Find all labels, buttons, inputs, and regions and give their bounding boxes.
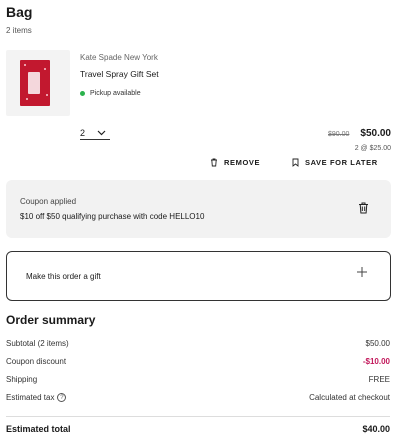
order-summary-title: Order summary [6, 313, 96, 327]
coupon-discount-label: Coupon discount [6, 357, 67, 366]
tax-value: Calculated at checkout [309, 393, 390, 402]
summary-row-subtotal: Subtotal (2 items) $50.00 [6, 339, 390, 348]
coupon-card [6, 180, 391, 238]
status-dot-icon [80, 91, 85, 96]
product-image[interactable] [6, 50, 70, 116]
summary-row-coupon: Coupon discount -$10.00 [6, 357, 390, 366]
info-icon[interactable]: ? [57, 393, 67, 402]
shipping-value: FREE [368, 375, 390, 384]
shipping-label: Shipping [6, 375, 38, 384]
bag-title: Bag [6, 4, 33, 20]
trash-icon [210, 158, 218, 167]
tax-label: Estimated tax [6, 393, 55, 402]
product-brand: Kate Spade New York [80, 53, 158, 62]
item-price: $50.00 [360, 128, 391, 139]
quantity-value: 2 [80, 128, 86, 138]
subtotal-label: Subtotal (2 items) [6, 339, 69, 348]
summary-row-tax: Estimated tax ? Calculated at checkout [6, 393, 390, 402]
total-label: Estimated total [6, 424, 71, 434]
remove-label: REMOVE [224, 158, 261, 167]
original-price: $90.00 [328, 131, 350, 138]
divider [6, 416, 390, 417]
save-for-later-button[interactable]: SAVE FOR LATER [292, 158, 378, 167]
product-name[interactable]: Travel Spray Gift Set [80, 69, 159, 79]
pickup-label: Pickup available [90, 90, 141, 97]
coupon-status: Coupon applied [20, 197, 77, 206]
gift-label: Make this order a gift [26, 272, 101, 281]
trash-icon[interactable] [358, 202, 369, 214]
item-count: 2 items [6, 26, 32, 35]
save-for-later-label: SAVE FOR LATER [305, 158, 378, 167]
subtotal-value: $50.00 [365, 339, 390, 348]
summary-row-total: Estimated total $40.00 [6, 424, 390, 434]
coupon-detail: $10 off $50 qualifying purchase with cod… [20, 212, 205, 221]
remove-button[interactable]: REMOVE [210, 158, 260, 167]
unit-price: 2 @ $25.00 [354, 145, 391, 152]
coupon-discount-value: -$10.00 [362, 357, 390, 366]
bookmark-icon [292, 158, 299, 167]
pickup-status: Pickup available [80, 90, 141, 97]
summary-row-shipping: Shipping FREE [6, 375, 390, 384]
plus-icon[interactable] [356, 266, 368, 278]
quantity-select[interactable]: 2 [80, 128, 110, 140]
chevron-down-icon [97, 130, 106, 136]
total-value: $40.00 [362, 424, 390, 434]
